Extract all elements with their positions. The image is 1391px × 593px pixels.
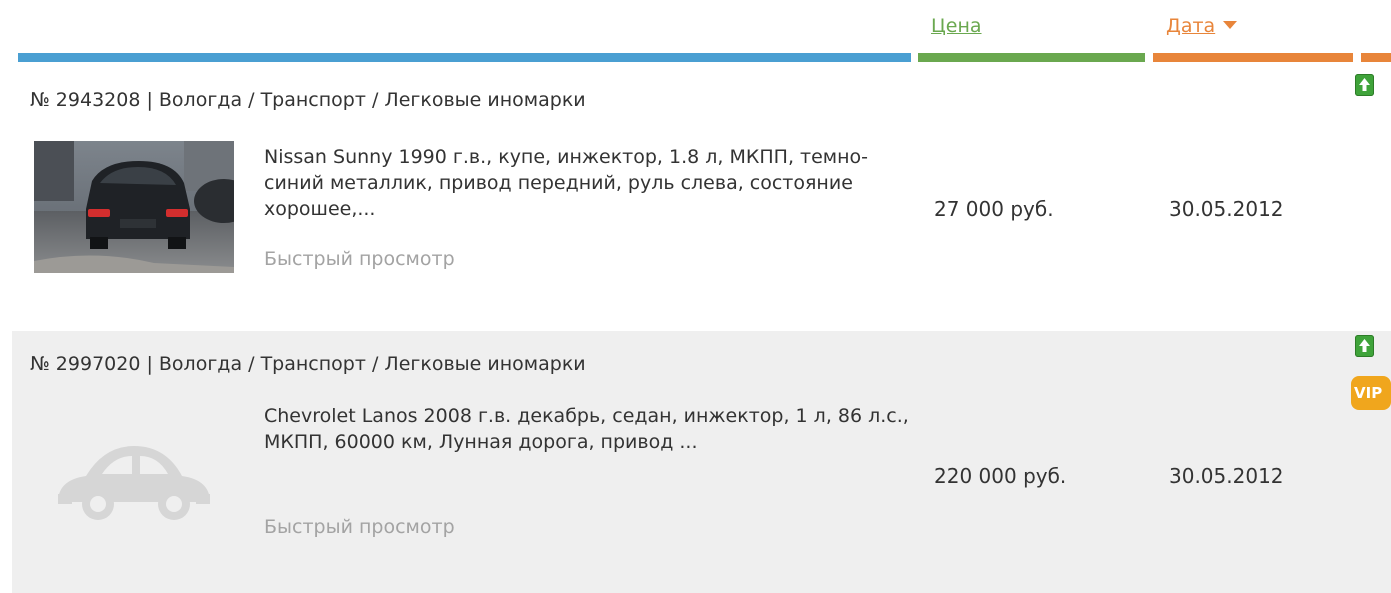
quick-view-link[interactable]: Быстрый просмотр	[264, 248, 455, 270]
column-bar-price	[918, 53, 1145, 62]
up-icon[interactable]	[1355, 74, 1374, 96]
listing-breadcrumb: № 2943208 | Вологда / Транспорт / Легков…	[30, 89, 586, 111]
listing-description-link[interactable]: Nissan Sunny 1990 г.в., купе, инжектор, …	[264, 144, 914, 222]
vip-badge[interactable]: VIP	[1351, 376, 1391, 410]
car-placeholder-icon	[34, 406, 234, 538]
up-icon[interactable]	[1355, 335, 1374, 357]
column-bar-main	[18, 53, 911, 62]
column-bar-end	[1361, 53, 1391, 62]
quick-view-link[interactable]: Быстрый просмотр	[264, 516, 455, 538]
sort-by-price-link[interactable]: Цена	[931, 15, 982, 37]
car-photo[interactable]	[34, 141, 254, 273]
sort-desc-arrow-icon	[1223, 20, 1238, 29]
listing-date: 30.05.2012	[1169, 197, 1284, 221]
column-bar-date	[1153, 53, 1353, 62]
listing-breadcrumb: № 2997020 | Вологда / Транспорт / Легков…	[30, 353, 586, 375]
listing-item[interactable]: № 2997020 | Вологда / Транспорт / Легков…	[12, 331, 1391, 593]
sort-by-date-link[interactable]: Дата	[1166, 15, 1238, 37]
listing-price: 220 000 руб.	[934, 464, 1067, 488]
sort-by-date-label: Дата	[1166, 15, 1216, 37]
listing-date: 30.05.2012	[1169, 464, 1284, 488]
listing-price: 27 000 руб.	[934, 197, 1054, 221]
listing-description-link[interactable]: Chevrolet Lanos 2008 г.в. декабрь, седан…	[264, 403, 914, 455]
listing-item[interactable]: № 2943208 | Вологда / Транспорт / Легков…	[12, 66, 1391, 331]
listings-page: Цена Дата № 2943208 | Вологда / Транспор…	[0, 0, 1391, 593]
